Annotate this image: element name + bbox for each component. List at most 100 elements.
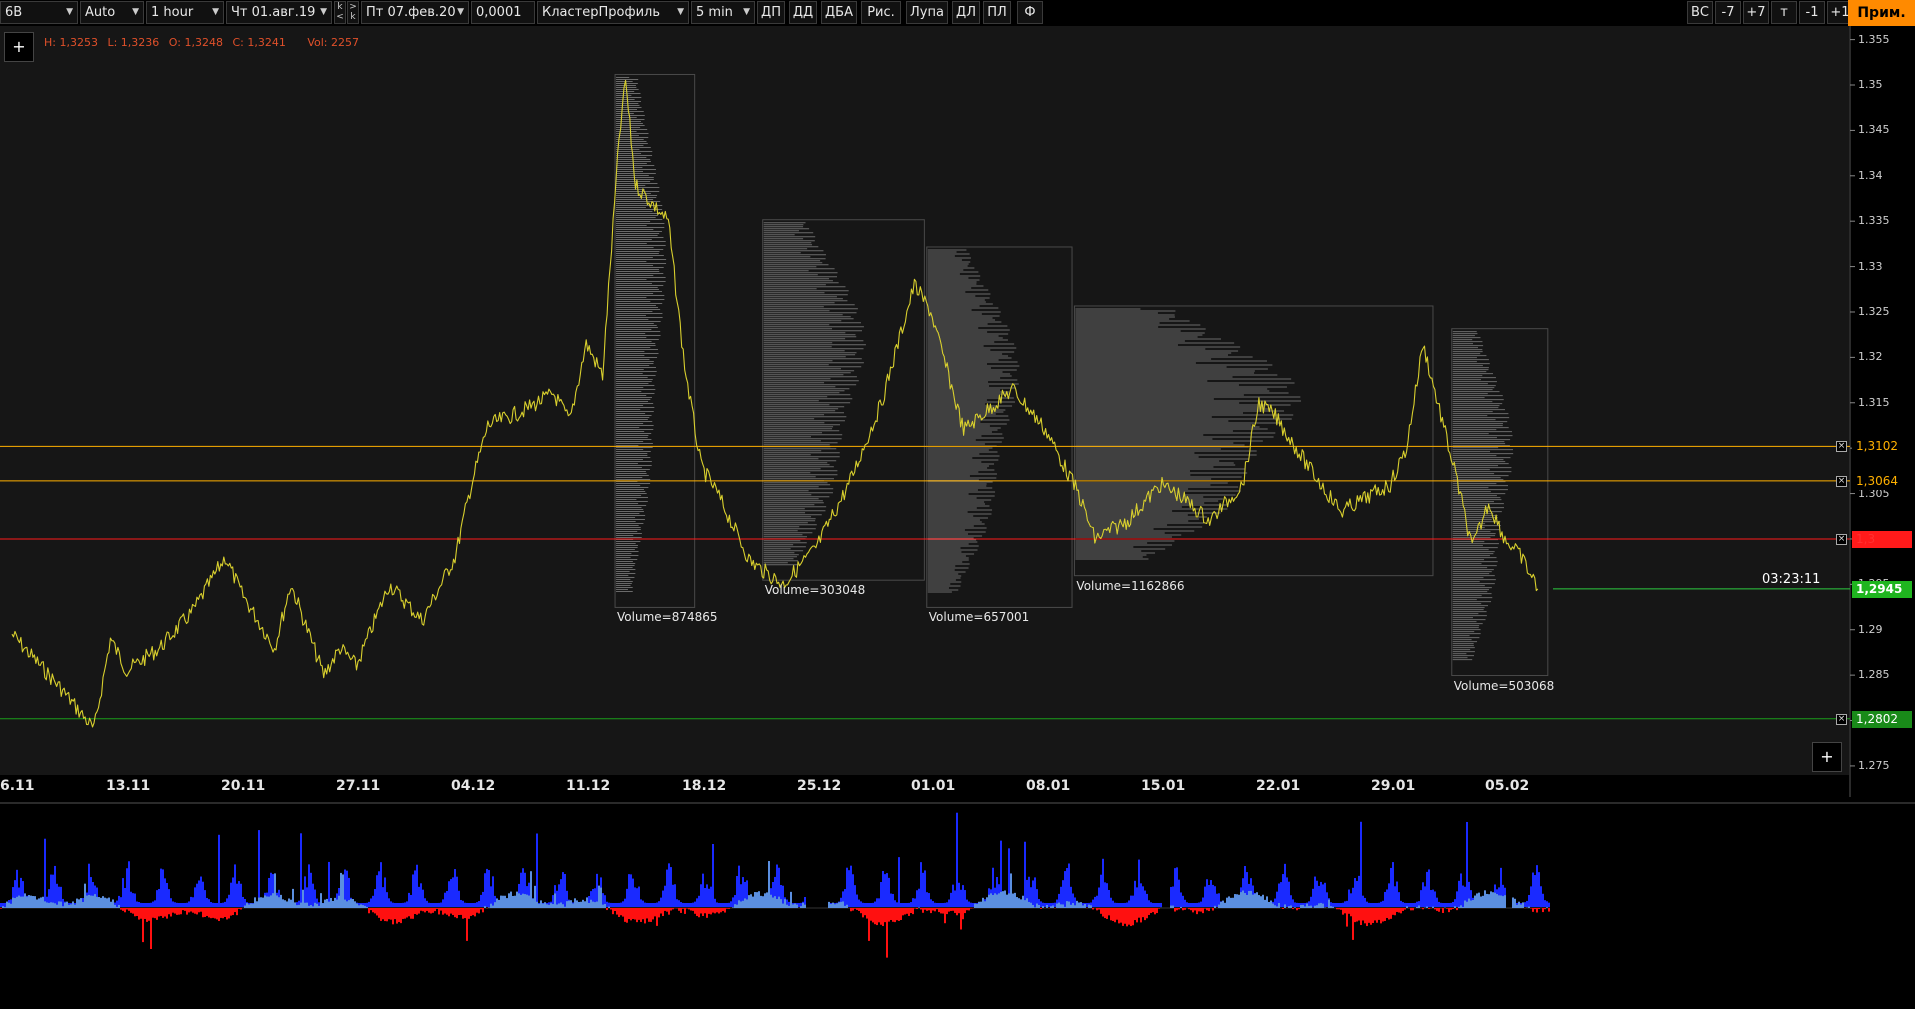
delta-bar-negative <box>896 908 898 921</box>
volume-bar <box>1032 880 1034 907</box>
volume-bar <box>644 902 646 907</box>
delta-bar-positive <box>276 895 278 908</box>
add-panel-button-top[interactable]: + <box>4 32 34 62</box>
delta-bar-positive <box>278 897 280 908</box>
timeframe-select[interactable]: 1 hour ▼ <box>146 1 224 24</box>
scale-select[interactable]: Auto ▼ <box>80 1 144 24</box>
delta-bar-negative <box>878 908 880 923</box>
delta-bar-positive <box>574 898 576 908</box>
tick-size-field[interactable]: 0,0001 <box>471 1 535 24</box>
volume-bar <box>1120 903 1122 907</box>
volume-bar <box>966 899 968 907</box>
volume-bar <box>1412 902 1414 907</box>
chevron-down-icon: ▼ <box>132 7 139 17</box>
volume-bar <box>174 902 176 907</box>
delta-bar-negative <box>856 908 858 910</box>
delta-bar-positive <box>304 902 306 908</box>
delta-bar-positive <box>90 895 92 908</box>
toolbar-button-minus1[interactable]: -1 <box>1799 1 1825 24</box>
volume-bar <box>886 873 888 907</box>
volume-bar <box>1296 902 1298 907</box>
delta-bar-negative <box>724 908 726 913</box>
volume-bar <box>700 884 702 907</box>
close-level-icon[interactable]: × <box>1836 533 1847 545</box>
delta-bar-negative <box>948 908 950 912</box>
delta-bar-negative <box>224 908 226 917</box>
volume-bar <box>920 862 922 907</box>
delta-bar-negative <box>868 908 870 941</box>
delta-bar-positive <box>260 897 262 908</box>
volume-bar <box>678 900 680 907</box>
date-to-picker[interactable]: Пт 07.фев.20 ▼ <box>361 1 469 24</box>
toolbar-button-vs[interactable]: ВС <box>1687 1 1713 24</box>
toolbar-button-plus7[interactable]: +7 <box>1743 1 1769 24</box>
ohlc-open: O: 1,3248 <box>168 36 223 49</box>
delta-bar-positive <box>1464 900 1466 908</box>
volume-bar <box>848 870 850 907</box>
delta-bar-positive <box>1328 899 1330 908</box>
volume-bar <box>200 876 202 907</box>
volume-bar <box>384 877 386 907</box>
add-panel-button-bottom[interactable]: + <box>1812 742 1842 772</box>
close-level-icon[interactable]: × <box>1836 713 1847 725</box>
delta-bar-positive <box>736 904 738 908</box>
delta-bar-negative <box>182 908 184 911</box>
close-level-icon[interactable]: × <box>1836 441 1847 453</box>
delta-bar-positive <box>792 904 794 908</box>
delta-bar-negative <box>1382 908 1384 922</box>
volume-bar <box>1440 902 1442 907</box>
toolbar-button-dp[interactable]: ДП <box>757 1 785 24</box>
delta-bar-positive <box>990 893 992 908</box>
date-from-picker[interactable]: Чт 01.авг.19 ▼ <box>226 1 332 24</box>
delta-bar-positive <box>498 899 500 908</box>
volume-bar <box>170 898 172 907</box>
delta-bar-positive <box>1018 898 1020 908</box>
delta-bar-positive <box>294 902 296 908</box>
volume-bar <box>1212 884 1214 907</box>
symbol-select[interactable]: 6B ▼ <box>0 1 78 24</box>
indicator-select[interactable]: КластерПрофиль ▼ <box>537 1 689 24</box>
volume-bar <box>412 874 414 907</box>
delta-bar-negative <box>684 908 686 914</box>
x-tick-label: 13.11 <box>106 778 151 794</box>
notes-button[interactable]: Прим. <box>1848 0 1915 26</box>
volume-bar <box>672 884 674 907</box>
volume-bar <box>138 901 140 907</box>
delta-bar-negative <box>668 908 670 915</box>
price-chart[interactable] <box>0 26 1915 1009</box>
close-level-icon[interactable]: × <box>1836 475 1847 487</box>
toolbar-button-t[interactable]: т <box>1771 1 1797 24</box>
delta-bar-positive <box>1004 890 1006 908</box>
delta-bar-negative <box>1212 908 1214 911</box>
date-spin-left[interactable]: k < <box>334 1 346 24</box>
toolbar-button-draw[interactable]: Рис. <box>861 1 901 24</box>
toolbar-button-minus7[interactable]: -7 <box>1715 1 1741 24</box>
toolbar-button-dd[interactable]: ДД <box>789 1 817 24</box>
volume-bar <box>668 863 670 907</box>
volume-bar <box>1106 883 1108 907</box>
delta-bar-negative <box>416 908 418 915</box>
x-tick-label: 08.01 <box>1026 778 1071 794</box>
toolbar-button-dl[interactable]: ДЛ <box>952 1 980 24</box>
delta-bar-negative <box>150 908 152 950</box>
toolbar-button-pl[interactable]: ПЛ <box>983 1 1011 24</box>
date-spin-right[interactable]: > k <box>347 1 359 24</box>
delta-bar-positive <box>286 901 288 908</box>
delta-bar-positive <box>1496 894 1498 908</box>
volume-bar <box>44 838 46 907</box>
toolbar-button-dba[interactable]: ДБА <box>821 1 857 24</box>
spin-down-label: k <box>350 12 356 22</box>
chart-area[interactable]: + H: 1,3253 L: 1,3236 O: 1,3248 C: 1,324… <box>0 26 1915 1009</box>
toolbar-button-magnifier[interactable]: Лупа <box>906 1 948 24</box>
volume-bar <box>312 883 314 907</box>
profile-timeframe-select[interactable]: 5 min ▼ <box>691 1 755 24</box>
delta-bar-negative <box>858 908 860 911</box>
delta-bar-positive <box>364 905 366 908</box>
delta-bar-positive <box>750 894 752 908</box>
delta-bar-positive <box>604 903 606 908</box>
delta-bar-positive <box>1284 904 1286 908</box>
delta-bar-positive <box>778 896 780 908</box>
toolbar-button-f[interactable]: Ф <box>1017 1 1043 24</box>
delta-bar-negative <box>1384 908 1386 921</box>
tick-size-value: 0,0001 <box>476 5 522 20</box>
